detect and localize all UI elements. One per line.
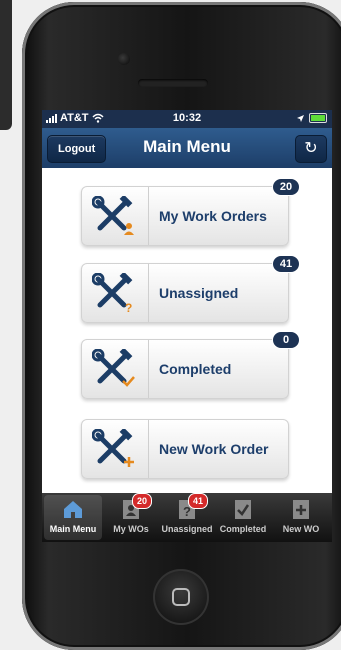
tab-my-wos[interactable]: 20 My WOs: [102, 493, 160, 540]
tab-label: New WO: [282, 524, 320, 534]
tab-badge: 20: [132, 493, 153, 509]
app-screen: AT&T 10:32 Logout Main Menu ↻ My Work Or…: [42, 110, 332, 542]
location-icon: [297, 114, 304, 122]
menu-item-label: Unassigned: [159, 285, 239, 301]
status-bar: AT&T 10:32: [42, 110, 332, 128]
tab-label: Unassigned: [161, 524, 213, 534]
navigation-bar: Logout Main Menu ↻: [42, 128, 332, 169]
home-icon: [62, 498, 84, 522]
background-panel: [0, 0, 12, 130]
tools-plus-icon: [82, 420, 149, 478]
status-time: 10:32: [172, 112, 202, 124]
tab-unassigned[interactable]: ? 41 Unassigned: [158, 493, 216, 540]
count-badge: 41: [272, 255, 300, 273]
tab-completed[interactable]: Completed: [214, 495, 272, 540]
question-doc-icon: ? 41: [176, 493, 209, 522]
user-doc-icon: 20: [120, 493, 153, 522]
menu-item-label: My Work Orders: [159, 208, 267, 224]
home-square-icon: [172, 588, 190, 606]
camera-icon: [118, 53, 130, 65]
menu-list: My Work Orders 20 ? Unassigned 41 Comple…: [42, 168, 332, 493]
earpiece: [138, 79, 208, 87]
tab-label: My WOs: [113, 524, 149, 534]
tab-badge: 41: [188, 493, 209, 509]
tools-check-icon: [82, 340, 149, 398]
tools-question-icon: ?: [82, 264, 149, 322]
count-badge: 20: [272, 178, 300, 196]
completed-button[interactable]: Completed 0: [81, 331, 300, 399]
refresh-icon: ↻: [304, 140, 318, 157]
tab-bar: Main Menu 20 My WOs ? 41 Unassigned Comp…: [42, 493, 332, 542]
tab-main-menu[interactable]: Main Menu: [44, 495, 102, 540]
page-title: Main Menu: [143, 137, 231, 156]
count-badge: 0: [272, 331, 300, 349]
tab-label: Main Menu: [49, 524, 97, 534]
refresh-button[interactable]: ↻: [295, 135, 327, 163]
home-button[interactable]: [153, 569, 209, 625]
svg-text:?: ?: [125, 301, 132, 313]
my-work-orders-button[interactable]: My Work Orders 20: [81, 178, 300, 246]
plus-doc-icon: [290, 498, 312, 522]
menu-item-label: Completed: [159, 361, 232, 377]
battery-icon: [309, 113, 327, 123]
tools-user-icon: [82, 187, 149, 245]
tab-new-wo[interactable]: New WO: [272, 495, 330, 540]
menu-item-label: New Work Order: [159, 441, 269, 457]
new-work-order-button[interactable]: New Work Order: [81, 419, 289, 479]
tab-label: Completed: [219, 524, 267, 534]
unassigned-button[interactable]: ? Unassigned 41: [81, 255, 300, 323]
check-doc-icon: [232, 498, 254, 522]
